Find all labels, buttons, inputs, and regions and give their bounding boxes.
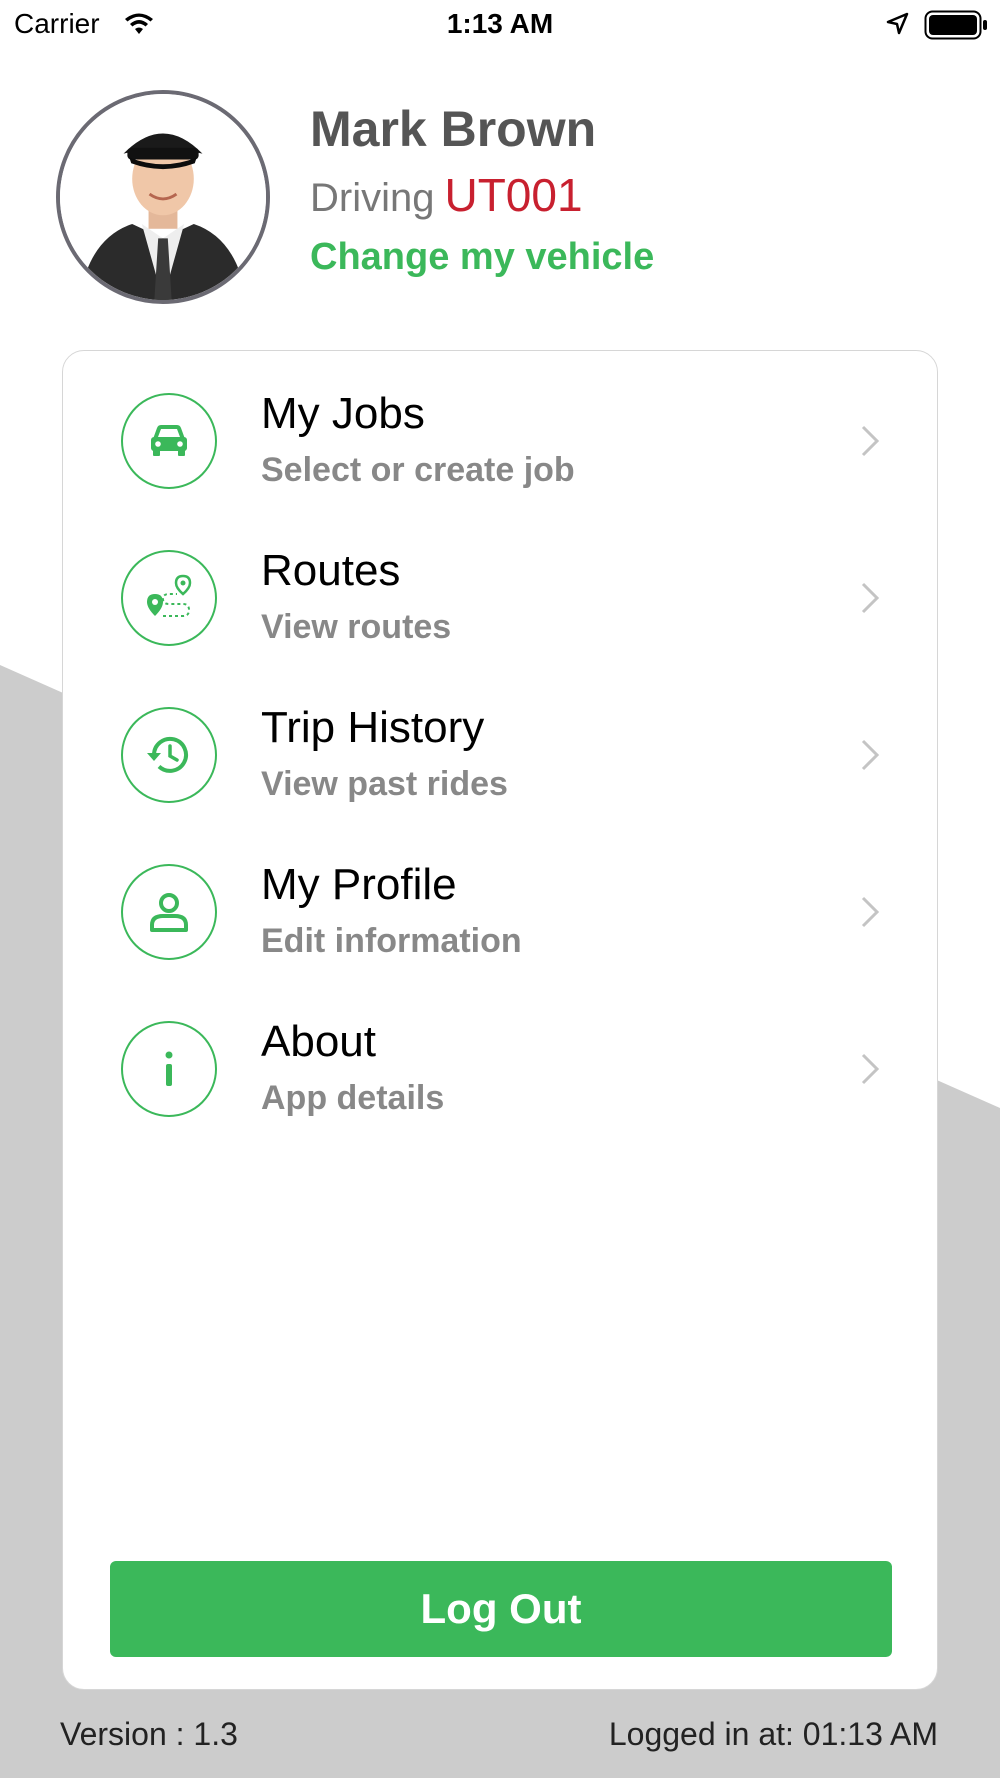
chevron-right-icon (861, 896, 880, 928)
battery-icon (924, 10, 987, 40)
chevron-right-icon (861, 582, 880, 614)
menu-item-subtitle: Select or create job (261, 451, 575, 489)
change-vehicle-link[interactable]: Change my vehicle (310, 236, 654, 279)
menu-item-title: Trip History (261, 703, 485, 752)
menu-item-my-jobs[interactable]: My Jobs Select or create job (63, 351, 937, 491)
menu-item-subtitle: App details (261, 1079, 445, 1117)
user-icon (121, 864, 217, 960)
history-icon (121, 707, 217, 803)
menu-item-title: My Profile (261, 860, 457, 909)
driving-status: Driving UT001 (310, 168, 583, 222)
driver-name: Mark Brown (310, 101, 597, 157)
menu-card: My Jobs Select or create job Routes View… (62, 350, 938, 1690)
menu-item-title: My Jobs (261, 389, 425, 438)
driving-label: Driving (310, 176, 435, 220)
logged-in-time: Logged in at: 01:13 AM (608, 1716, 938, 1752)
menu-item-about[interactable]: About App details (63, 979, 937, 1119)
location-arrow-icon (886, 12, 909, 35)
menu-item-subtitle: Edit information (261, 922, 522, 960)
menu-item-trip-history[interactable]: Trip History View past rides (63, 665, 937, 805)
status-time: 1:13 AM (446, 8, 554, 39)
menu-item-title: Routes (261, 546, 401, 595)
driver-avatar (56, 90, 270, 304)
menu-item-my-profile[interactable]: My Profile Edit information (63, 822, 937, 962)
menu-item-subtitle: View routes (261, 608, 452, 646)
menu-item-subtitle: View past rides (261, 765, 508, 803)
version-label: Version : 1.3 (60, 1716, 238, 1752)
chevron-right-icon (861, 1053, 880, 1085)
info-icon (121, 1021, 217, 1117)
car-icon (121, 393, 217, 489)
chevron-right-icon (861, 739, 880, 771)
status-bar: Carrier 1:13 AM (0, 0, 1000, 50)
logout-button[interactable]: Log Out (110, 1561, 892, 1657)
driver-avatar-photo (60, 94, 266, 300)
vehicle-code: UT001 (444, 169, 583, 221)
chevron-right-icon (861, 425, 880, 457)
route-icon (121, 550, 217, 646)
menu-item-routes[interactable]: Routes View routes (63, 508, 937, 648)
menu-item-title: About (261, 1017, 376, 1066)
